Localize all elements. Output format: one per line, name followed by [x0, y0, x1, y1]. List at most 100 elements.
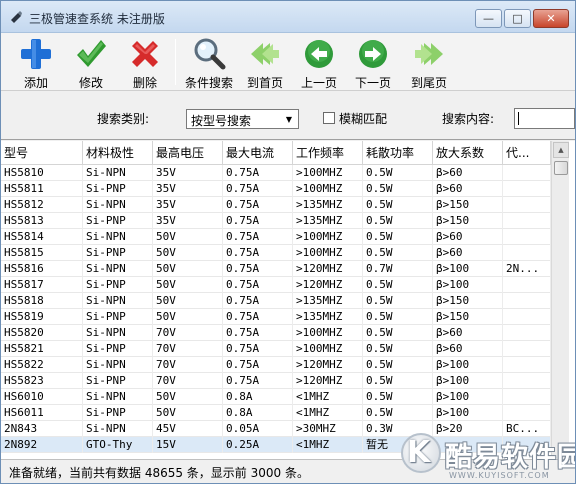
search-content-input[interactable] [514, 108, 575, 129]
table-body: HS5810 Si-NPN 35V 0.75A >100MHZ 0.5W β>60 HS581… [1, 165, 551, 453]
table-row[interactable]: HS6011 Si-PNP 50V 0.8A <1MHZ 0.5W β>100 [1, 405, 551, 421]
table-row[interactable]: HS5816 Si-NPN 50V 0.75A >120MHZ 0.7W β>100 2N..… [1, 261, 551, 277]
table-cell: β>150 [433, 309, 503, 325]
table-cell: 0.75A [223, 357, 293, 373]
table-cell: HS5818 [1, 293, 83, 309]
table-cell: β>100 [433, 373, 503, 389]
delete-label: 删除 [132, 76, 157, 90]
table-cell: Si-PNP [83, 213, 153, 229]
table-cell: 45V [153, 421, 223, 437]
search-category-select[interactable]: 按型号搜索 ▼ [186, 109, 299, 129]
scroll-thumb[interactable] [554, 161, 568, 175]
table-cell [503, 389, 551, 405]
table-cell: 50V [153, 261, 223, 277]
table-row[interactable]: HS5817 Si-PNP 50V 0.75A >120MHZ 0.5W β>100 [1, 277, 551, 293]
table-cell: HS6011 [1, 405, 83, 421]
table-row[interactable]: HS5812 Si-NPN 35V 0.75A >135MHZ 0.5W β>150 [1, 197, 551, 213]
right-arrow-circle-icon [359, 40, 387, 68]
table-cell [503, 293, 551, 309]
table-cell: HS5813 [1, 213, 83, 229]
table-cell: >100MHZ [293, 325, 363, 341]
table-row[interactable]: HS5821 Si-PNP 70V 0.75A >100MHZ 0.5W β>60 [1, 341, 551, 357]
table-cell: 0.75A [223, 261, 293, 277]
table-cell: <1MHZ [293, 405, 363, 421]
table-row[interactable]: HS5819 Si-PNP 50V 0.75A >135MHZ 0.5W β>150 [1, 309, 551, 325]
table-cell: >120MHZ [293, 373, 363, 389]
table-cell: 0.75A [223, 309, 293, 325]
title-bar[interactable]: 三极管速查系统 未注册版 — □ ✕ [1, 1, 575, 33]
last-page-button[interactable]: 到尾页 [403, 35, 455, 90]
table-cell: 15V [153, 437, 223, 453]
fuzzy-match-checkbox[interactable] [323, 112, 335, 124]
table-cell: <1MHZ [293, 437, 363, 453]
table-cell: HS5822 [1, 357, 83, 373]
column-header[interactable]: 最大电流 [223, 141, 293, 165]
table-row[interactable]: HS5822 Si-NPN 70V 0.75A >120MHZ 0.5W β>100 [1, 357, 551, 373]
column-header[interactable]: 材料极性 [83, 141, 153, 165]
table-cell: >100MHZ [293, 341, 363, 357]
column-header[interactable]: 放大系数 [433, 141, 503, 165]
scroll-up-icon[interactable]: ▲ [553, 142, 569, 158]
column-header[interactable]: 耗散功率 [363, 141, 433, 165]
table-cell: 0.75A [223, 181, 293, 197]
column-header[interactable]: 型号 [1, 141, 83, 165]
table-cell [503, 405, 551, 421]
table-row[interactable]: HS5823 Si-PNP 70V 0.75A >120MHZ 0.5W β>100 [1, 373, 551, 389]
table-cell: <1MHZ [293, 389, 363, 405]
edit-button[interactable]: 修改 [62, 35, 120, 90]
table-cell [503, 181, 551, 197]
table-row[interactable]: HS5814 Si-NPN 50V 0.75A >100MHZ 0.5W β>60 [1, 229, 551, 245]
status-text: 准备就绪，当前共有数据 48655 条，显示前 3000 条。 [9, 466, 309, 480]
vertical-scrollbar[interactable]: ▲ [551, 141, 569, 459]
table-row[interactable]: HS5811 Si-PNP 35V 0.75A >100MHZ 0.5W β>60 [1, 181, 551, 197]
next-page-label: 下一页 [354, 76, 391, 90]
table-cell [503, 277, 551, 293]
prev-page-button[interactable]: 上一页 [293, 35, 345, 90]
table-cell: HS5815 [1, 245, 83, 261]
column-header[interactable]: 代... [503, 141, 551, 165]
table-cell: 0.75A [223, 245, 293, 261]
table-row[interactable]: HS5815 Si-PNP 50V 0.75A >100MHZ 0.5W β>60 [1, 245, 551, 261]
delete-button[interactable]: 删除 [116, 35, 174, 90]
add-label: 添加 [23, 76, 48, 90]
conditional-search-button[interactable]: 条件搜索 [181, 35, 237, 90]
table-cell: 0.7W [363, 261, 433, 277]
maximize-button[interactable]: □ [504, 9, 531, 28]
table-cell: 70V [153, 341, 223, 357]
table-cell: Si-PNP [83, 373, 153, 389]
watermark-url: WWW.KUYISOFT.COM [449, 471, 550, 480]
table-cell [503, 341, 551, 357]
table-row[interactable]: HS5810 Si-NPN 35V 0.75A >100MHZ 0.5W β>60 [1, 165, 551, 181]
table-cell: β>60 [433, 245, 503, 261]
table-row[interactable]: HS5818 Si-NPN 50V 0.75A >135MHZ 0.5W β>150 [1, 293, 551, 309]
table-cell: Si-NPN [83, 229, 153, 245]
column-header[interactable]: 工作频率 [293, 141, 363, 165]
table-cell: 0.5W [363, 325, 433, 341]
table-cell: 0.5W [363, 165, 433, 181]
fuzzy-match-label[interactable]: 模糊匹配 [339, 110, 387, 127]
first-page-button[interactable]: 到首页 [239, 35, 291, 90]
site-watermark: K 酷易软件园 WWW.KUYISOFT.COM [399, 431, 575, 483]
table-cell [503, 373, 551, 389]
table-cell: HS5811 [1, 181, 83, 197]
table-cell: 2N... [503, 261, 551, 277]
table-row[interactable]: HS6010 Si-NPN 50V 0.8A <1MHZ 0.5W β>100 [1, 389, 551, 405]
add-button[interactable]: 添加 [7, 35, 65, 90]
table-row[interactable]: HS5820 Si-NPN 70V 0.75A >100MHZ 0.5W β>60 [1, 325, 551, 341]
text-caret [518, 112, 519, 125]
table-cell [503, 325, 551, 341]
table-cell: GTO-Thy [83, 437, 153, 453]
table-cell: HS5821 [1, 341, 83, 357]
table-cell: HS5816 [1, 261, 83, 277]
column-header[interactable]: 最高电压 [153, 141, 223, 165]
close-button[interactable]: ✕ [533, 9, 569, 28]
table-cell: >100MHZ [293, 229, 363, 245]
table-cell: Si-NPN [83, 421, 153, 437]
table-cell: Si-PNP [83, 277, 153, 293]
table-cell: Si-NPN [83, 293, 153, 309]
minimize-button[interactable]: — [475, 9, 502, 28]
next-page-button[interactable]: 下一页 [347, 35, 399, 90]
table-cell: Si-PNP [83, 181, 153, 197]
table-cell: 0.5W [363, 341, 433, 357]
table-row[interactable]: HS5813 Si-PNP 35V 0.75A >135MHZ 0.5W β>150 [1, 213, 551, 229]
